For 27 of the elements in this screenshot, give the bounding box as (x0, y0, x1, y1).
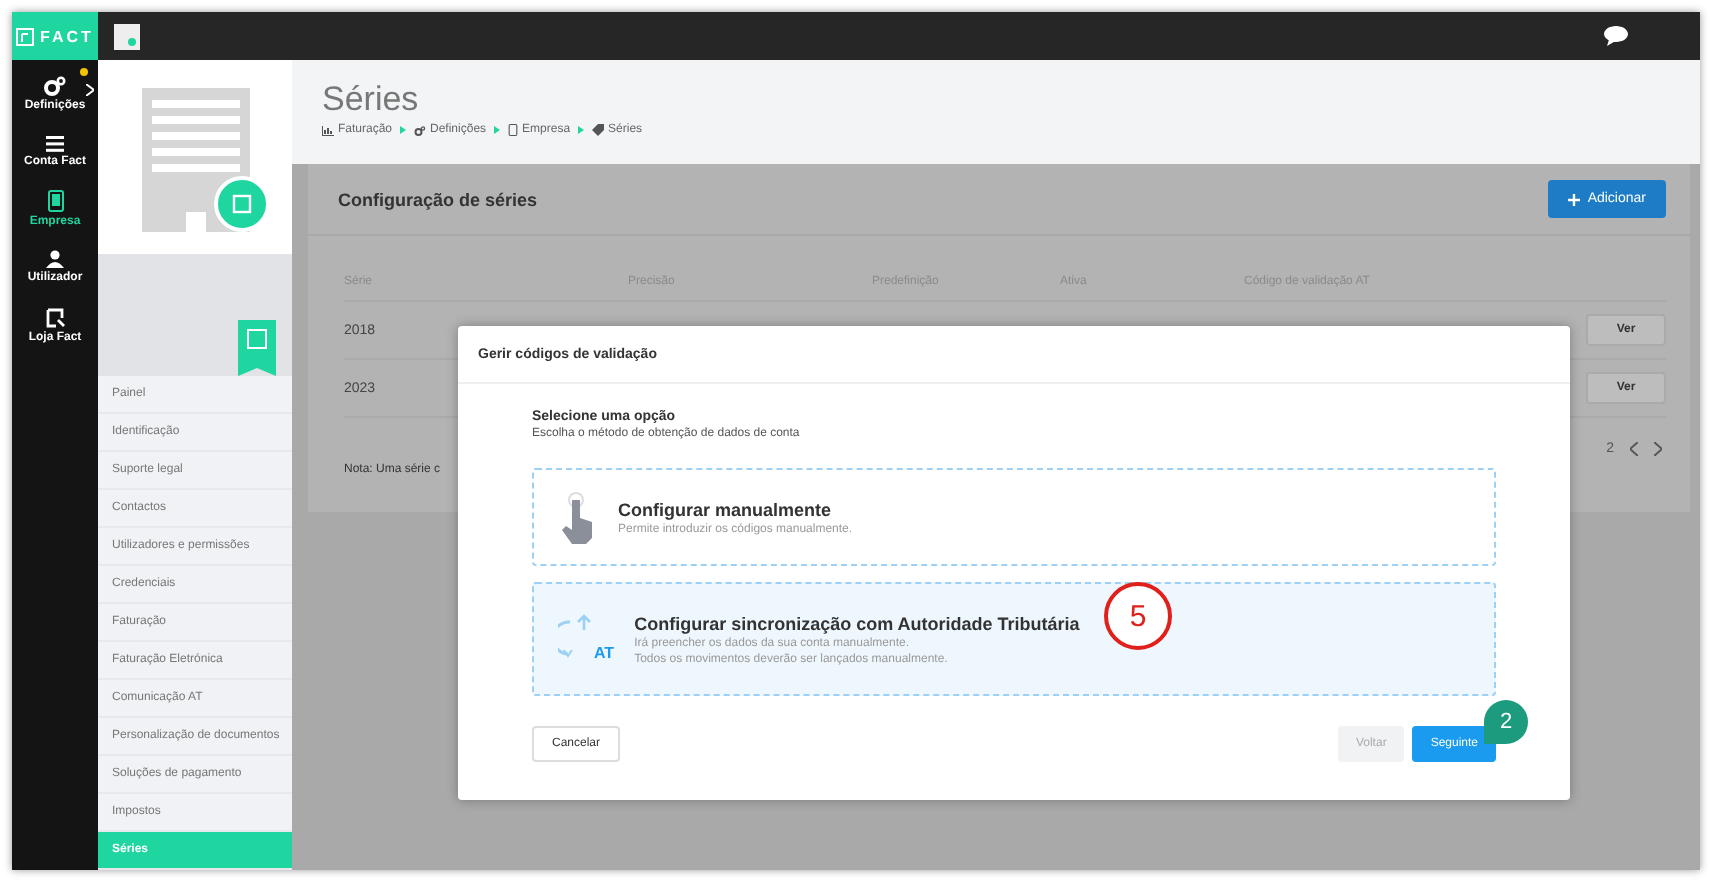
hand-pointer-icon (558, 491, 598, 543)
chart-icon (322, 125, 334, 135)
plus-icon (1567, 193, 1580, 205)
chat-icon[interactable] (1604, 26, 1628, 46)
logo-icon (16, 27, 35, 45)
option-title: Configurar sincronização com Autoridade Tributária (634, 613, 1080, 633)
at-label: AT (594, 644, 615, 662)
option-title: Configurar manualmente (618, 499, 834, 519)
previous-icon[interactable] (1630, 442, 1638, 456)
gears-icon (44, 75, 66, 95)
ribbon-badge-icon (238, 320, 276, 376)
chevron-icon (400, 126, 407, 134)
store-icon (45, 307, 65, 327)
logo-text: FACT (40, 27, 94, 45)
gears-icon (414, 125, 427, 135)
user-icon (46, 250, 64, 268)
card-title: Configuração de séries (338, 189, 538, 209)
company-thumbnail[interactable] (114, 23, 140, 49)
next-icon[interactable] (1654, 442, 1662, 456)
chevron-icon (86, 84, 94, 96)
chevron-icon (578, 126, 585, 134)
chevron-icon (494, 126, 501, 134)
menu-icon (46, 135, 64, 151)
tag-icon (592, 124, 605, 136)
tablet-icon (508, 124, 519, 136)
page-title: Séries (322, 80, 421, 120)
tablet-icon (47, 190, 63, 212)
